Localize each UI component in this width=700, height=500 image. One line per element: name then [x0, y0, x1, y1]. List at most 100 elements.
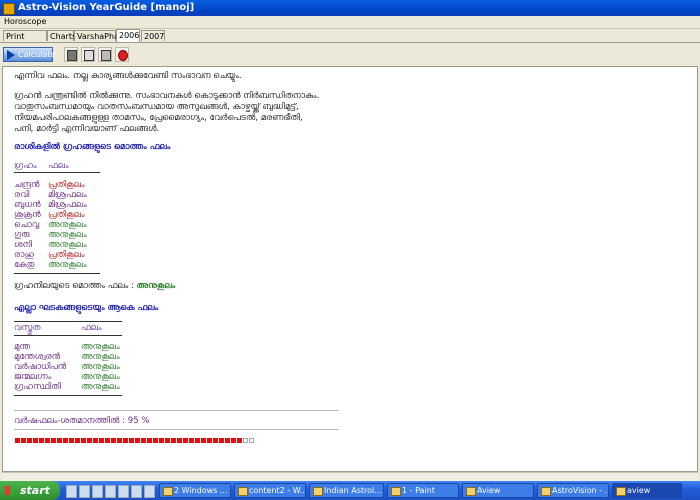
factor-name: ജന്മലഗ്നം: [14, 372, 52, 382]
quicklaunch-browser-icon[interactable]: [66, 485, 77, 498]
quicklaunch-desktop-icon[interactable]: [92, 485, 103, 498]
quicklaunch-app-icon[interactable]: [144, 485, 155, 498]
planet-result: പ്രതികൂലം: [48, 250, 85, 260]
divider: [14, 395, 122, 396]
window-titlebar[interactable]: Astro-Vision YearGuide [manoj]: [0, 0, 700, 16]
windows-logo-icon: [5, 486, 15, 495]
overall-result-label: ഗ്രഹനിലയുടെ മൊത്തം ഫലം :: [14, 281, 134, 291]
progress-segment-filled: [219, 438, 224, 443]
progress-segment-filled: [111, 438, 116, 443]
planet-name: രവി: [14, 190, 30, 200]
para-2-line-4: പനി, മാർട്ടി എന്നിവയാണ് ഫലങ്ങൾ.: [14, 124, 160, 134]
progress-segment-filled: [27, 438, 32, 443]
menu-bar: Horoscope: [0, 16, 700, 29]
taskbar-item-aview[interactable]: Aview: [462, 483, 534, 498]
progress-segment-filled: [177, 438, 182, 443]
progress-segment-filled: [135, 438, 140, 443]
app-icon: [541, 487, 551, 496]
planet-name: ചന്ദ്രൻ: [14, 180, 40, 190]
para-2-line-1: ഗ്രഹൻ പന്ത്രണ്ടിൽ നിൽക്കുന്നു. സംഭാവനകൾ …: [14, 91, 320, 101]
taskbar-item-aview-active[interactable]: aview: [612, 483, 682, 498]
tab-print-preview[interactable]: Print Preview: [3, 30, 47, 52]
tab-strip: Print Preview Charts VarshaPhal 2006 200…: [0, 29, 700, 52]
progress-segment-filled: [21, 438, 26, 443]
divider: [14, 429, 339, 430]
calculate-label: Calculate: [18, 50, 56, 59]
progress-segment-filled: [213, 438, 218, 443]
planet-name: കേതു: [14, 260, 35, 270]
quicklaunch-app-icon[interactable]: [118, 485, 129, 498]
taskbar-item-windows[interactable]: 2 Windows ...: [159, 483, 231, 498]
print-button[interactable]: [98, 47, 112, 62]
progress-segment-filled: [231, 438, 236, 443]
planet-name: ചൊവ്വ: [14, 220, 40, 230]
progress-segment-filled: [129, 438, 134, 443]
calculate-button[interactable]: Calculate: [3, 47, 56, 62]
planet-result: മിശ്രഫലം: [48, 200, 87, 210]
menu-horoscope[interactable]: Horoscope: [4, 16, 46, 28]
section1-heading: രാശികളിൽ ഗ്രഹങ്ങളുടെ മൊത്തം ഫലം: [14, 142, 171, 152]
overall-result: ഗ്രഹനിലയുടെ മൊത്തം ഫലം : അനുകൂലം: [14, 281, 175, 291]
taskbar-item-label: 2 Windows ...: [174, 486, 228, 495]
planet-result: പ്രതികൂലം: [48, 210, 85, 220]
quicklaunch-media-icon[interactable]: [105, 485, 116, 498]
factor-name: മുന്തേശ്വരൻ: [14, 352, 61, 362]
factor-result: അനുകൂലം: [81, 372, 120, 382]
taskbar-item-label: AstroVision - ...: [552, 486, 609, 495]
quicklaunch-app-icon[interactable]: [131, 485, 142, 498]
print-preview-button[interactable]: [81, 47, 95, 62]
progress-segment-filled: [195, 438, 200, 443]
factor-result: അനുകൂലം: [81, 352, 120, 362]
progress-segment-filled: [171, 438, 176, 443]
app-icon: [3, 3, 15, 15]
progress-segment-empty: [243, 438, 248, 443]
progress-segment-filled: [117, 438, 122, 443]
quicklaunch-explorer-icon[interactable]: [79, 485, 90, 498]
progress-segment-filled: [15, 438, 20, 443]
close-button[interactable]: [115, 47, 129, 62]
percentage-label: വർഷഫലം-ശതമാനത്തിൽ :: [14, 416, 126, 426]
progress-segment-filled: [159, 438, 164, 443]
progress-segment-filled: [165, 438, 170, 443]
section2-col1-header: വസ്തുത: [14, 323, 41, 333]
save-button[interactable]: [64, 47, 78, 62]
progress-segment-filled: [39, 438, 44, 443]
progress-segment-filled: [237, 438, 242, 443]
progress-segment-filled: [123, 438, 128, 443]
taskbar-item-indian-astrology[interactable]: Indian Astrol...: [309, 483, 384, 498]
planet-result: അനുകൂലം: [48, 260, 87, 270]
section2-heading: എല്ലാ ഘടകങ്ങളുടെയും ആകെ ഫലം: [14, 303, 159, 313]
section1-col1-header: ഗ്രഹം: [14, 161, 37, 171]
progress-segment-filled: [81, 438, 86, 443]
progress-segment-filled: [153, 438, 158, 443]
planet-name: ശനി: [14, 240, 32, 250]
planet-name: രാഹു: [14, 250, 34, 260]
planet-name: ശുക്രൻ: [14, 210, 41, 220]
planet-result: അനുകൂലം: [48, 220, 87, 230]
tab-2006[interactable]: 2006: [116, 29, 140, 42]
planet-name: ബുധൻ: [14, 200, 41, 210]
progress-segment-filled: [201, 438, 206, 443]
progress-segment-empty: [249, 438, 254, 443]
progress-segment-filled: [189, 438, 194, 443]
progress-segment-filled: [99, 438, 104, 443]
tab-2007[interactable]: 2007: [141, 30, 165, 41]
progress-segment-filled: [75, 438, 80, 443]
report-pane[interactable]: എന്നിവ ഫലം. നല്ല കാര്യങ്ങൾക്കുവേണ്ടി സംഭ…: [2, 66, 698, 472]
browser-icon: [313, 487, 323, 496]
tab-charts[interactable]: Charts: [47, 30, 76, 41]
taskbar-item-content2[interactable]: content2 - W...: [234, 483, 306, 498]
para-2-line-3: നിയമപരിപാലകങ്ങളുള്ള താമസം, പ്രേമൈരാഗ്യം,…: [14, 113, 303, 123]
progress-segment-filled: [87, 438, 92, 443]
divider: [14, 410, 339, 411]
taskbar-item-paint[interactable]: 1 - Paint: [387, 483, 459, 498]
tab-varshaphal[interactable]: VarshaPhal: [74, 30, 121, 41]
taskbar-item-label: content2 - W...: [249, 486, 306, 495]
para-1: എന്നിവ ഫലം. നല്ല കാര്യങ്ങൾക്കുവേണ്ടി സംഭ…: [14, 71, 242, 81]
progress-segment-filled: [69, 438, 74, 443]
start-button[interactable]: start: [0, 481, 60, 500]
factor-name: ഗ്രഹസ്ഥിതി: [14, 382, 61, 392]
taskbar-item-astrovision[interactable]: AstroVision - ...: [537, 483, 609, 498]
play-icon: [7, 50, 15, 60]
taskbar: start 2 Windows ... content2 - W... Indi…: [0, 481, 700, 500]
